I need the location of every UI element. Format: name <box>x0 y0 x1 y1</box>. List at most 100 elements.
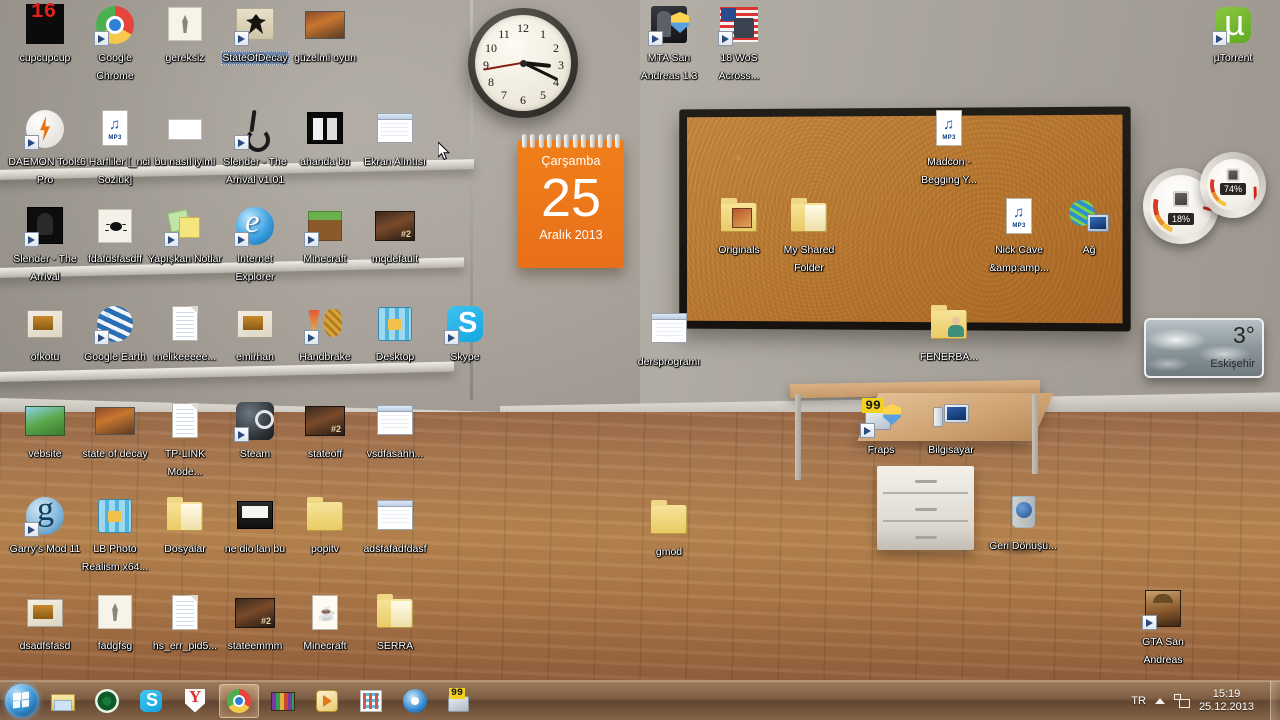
desktop-icon-daemon-tools-pro[interactable]: DAEMON Tools Pro <box>8 108 82 188</box>
desktop-icon-utorrent[interactable]: µTorrent <box>1196 2 1270 66</box>
desktop-icon-google-chrome[interactable]: Google Chrome <box>78 4 152 84</box>
desktop-icon-cupcupcup[interactable]: cupcupcup <box>8 1 82 66</box>
desktop-icon-label: Ağ <box>1082 244 1096 256</box>
bilgisayar-icon <box>930 396 972 438</box>
desktop-icon-dosyalar[interactable]: Dosyalar <box>148 495 222 557</box>
desktop-icon-ne-dio-lan-bu[interactable]: ne dio lan bu <box>218 495 292 557</box>
desktop-icon-label: Steam <box>239 448 271 460</box>
desktop-icon-serra[interactable]: SERRA <box>358 592 432 654</box>
taskbar-button-skype[interactable]: S <box>131 684 171 718</box>
desktop-icon-label: gereksiz <box>165 52 205 64</box>
wall-clock-gadget[interactable]: 12 1 2 3 4 5 6 7 8 9 10 11 <box>468 8 578 118</box>
desktop-icon-mta-san-andreas[interactable]: MTA San Andreas 1.3 <box>632 4 706 84</box>
desktop-icon-geri-donusum[interactable]: Geri Dönüşü... <box>986 492 1060 554</box>
desktop-icon-garrys-mod-11[interactable]: Garry's Mod 11 <box>8 491 82 557</box>
show-desktop-button[interactable] <box>1270 680 1280 720</box>
desktop-icon-ahanda-bu[interactable]: ahanda bu <box>288 108 362 170</box>
clock-number: 1 <box>540 27 546 41</box>
windows-logo-icon <box>13 691 31 710</box>
books-icon <box>270 688 296 714</box>
desktop-icon-lb-photo-realism[interactable]: LB Photo Realism x64... <box>78 495 152 575</box>
desktop-icon-popitv[interactable]: popitv <box>288 495 362 557</box>
desktop-icon-gmod[interactable]: gmod <box>632 498 706 560</box>
system-tray: TR 15:19 25.12.2013 <box>1131 688 1264 714</box>
desktop-icon-ekran-alintisi[interactable]: Ekran Alıntısı <box>358 108 432 170</box>
desktop-icon-fadgfsg[interactable]: fadgfsg <box>78 592 152 654</box>
weather-city: Eskişehir <box>1210 358 1255 370</box>
chrome-icon <box>226 688 252 714</box>
desktop-icon-minecraft-shortcut[interactable]: Minecraft <box>288 205 362 267</box>
desktop-icon-guzelmi-oyun[interactable]: güzelmi oyun <box>288 4 362 66</box>
desktop-icon-steam[interactable]: Steam <box>218 400 292 462</box>
desktop-icon-label: StateOfDecay <box>221 51 289 65</box>
desktop-icon-6-harfliler[interactable]: ♫ MP3 6 Harfliler [_nci Sozluk] <box>78 108 152 188</box>
desktop-icon-madcon-begging[interactable]: ♫ MP3 Madcon - Begging Y... <box>912 108 986 188</box>
desktop-icon-fdafdsfasdff[interactable]: fdafdsfasdff <box>78 205 152 267</box>
clock-area[interactable]: 15:19 25.12.2013 <box>1199 688 1254 714</box>
desktop-icon-label: cupcupcup <box>19 52 71 64</box>
desktop-icon-tp-link-mode[interactable]: TP-LINK Mode... <box>148 400 222 480</box>
desktop-icon-handbrake[interactable]: Handbrake <box>288 303 362 365</box>
taskbar-button-media-player-classic[interactable] <box>395 684 435 718</box>
language-indicator[interactable]: TR <box>1131 695 1146 707</box>
desktop-icon-ag-network[interactable]: Ağ <box>1052 196 1126 258</box>
desktop-icon-internet-explorer[interactable]: Internet Explorer <box>218 204 292 285</box>
taskbar-button-eset-nod32[interactable] <box>87 684 127 718</box>
desktop-icon-melikeeeee[interactable]: melikeeeee... <box>148 303 222 365</box>
desktop-icon-label: Minecraft <box>303 253 347 265</box>
desktop-icon-vsdfasahh[interactable]: vsdfasahh... <box>358 400 432 462</box>
skype-icon: S <box>138 688 164 714</box>
desktop-icon-slender-arrival-v101[interactable]: Slender - The Arrival v1.01 <box>218 108 292 188</box>
desktop-icon-my-shared-folder[interactable]: My Shared Folder <box>772 196 846 276</box>
desktop-icon-stateoff[interactable]: stateoff <box>288 400 362 462</box>
desktop-icon-google-earth[interactable]: Google Earth <box>78 303 152 365</box>
desktop-icon-bu-nasil-iyimi[interactable]: bu nasıl iyimi <box>148 108 222 170</box>
taskbar-button-google-chrome[interactable] <box>219 683 259 718</box>
desktop-icon-nick-cave[interactable]: ♫ MP3 Nick Cave &amp;amp... <box>982 196 1056 276</box>
desktop-icon-yapiskan-notlar[interactable]: Yapışkan Notlar <box>148 205 222 267</box>
desktop-icon-dersprogrami[interactable]: dersprogramı <box>632 308 706 370</box>
taskbar-button-windows-media-player[interactable] <box>307 684 347 718</box>
shortcut-arrow-icon <box>444 330 459 345</box>
desktop-icon-18-wos-across[interactable]: 18 WoS Across... <box>702 4 776 84</box>
desktop-icon-stateofdecay[interactable]: StateOfDecay <box>218 0 292 66</box>
taskbar-button-fraps[interactable]: 99 <box>439 684 479 718</box>
desktop-icon-minecraft-java[interactable]: Minecraft <box>288 592 362 654</box>
desktop-icon-vebsite[interactable]: vebsite <box>8 400 82 462</box>
desktop-icon-desktop-folder[interactable]: Desktop <box>358 303 432 365</box>
desktop-icon-fraps[interactable]: 99 Fraps <box>844 396 918 458</box>
desktop-icon-originals[interactable]: Originals <box>702 196 776 258</box>
desktop-icon-hs-err-pid5[interactable]: hs_err_pid5... <box>148 592 222 654</box>
desktop-icon-gereksiz[interactable]: gereksiz <box>148 4 222 66</box>
taskbar-button-yandex-browser[interactable]: Y <box>175 684 215 718</box>
desktop-icon-stateemmm[interactable]: stateemmm <box>218 592 292 654</box>
desktop-icon-gta-san-andreas[interactable]: GTA San Andreas <box>1126 588 1200 668</box>
show-hidden-icons-chevron-up-icon[interactable] <box>1154 697 1165 704</box>
desktop-icon-bilgisayar[interactable]: Bilgisayar <box>914 396 988 458</box>
memory-meter-gadget[interactable]: 74% <box>1200 152 1266 218</box>
start-button[interactable] <box>5 683 39 718</box>
desktop-icon-ofkotu[interactable]: ofkotu <box>8 303 82 365</box>
calendar-gadget[interactable]: Çarşamba 25 Aralık 2013 <box>518 134 624 268</box>
desktop-icon-label: state of decay <box>82 448 148 460</box>
weather-gadget[interactable]: 3° Eskişehir <box>1144 318 1264 378</box>
desktop-icon-fenerba[interactable]: FENERBA... <box>912 303 986 365</box>
taskbar-button-winrar[interactable] <box>263 684 303 718</box>
desktop-icon-slender-the-arrival[interactable]: Slender - The Arrival <box>8 205 82 285</box>
desktop-icon-dsadfsfasd[interactable]: dsadfsfasd <box>8 592 82 654</box>
bu-nasil-iyimi-icon <box>164 108 206 150</box>
desktop-icon-state-of-decay[interactable]: state of decay <box>78 400 152 462</box>
network-icon[interactable] <box>1173 693 1190 708</box>
nick-cave-icon: ♫ MP3 <box>998 196 1040 238</box>
fraps-icon: 99 <box>446 687 472 714</box>
desktop-icon-emirhan[interactable]: emirhan <box>218 303 292 365</box>
taskbar-button-windows-explorer[interactable] <box>43 684 83 718</box>
desktop-icon-mqdefault[interactable]: mqdefault <box>358 205 432 267</box>
desktop-icon-label: fadgfsg <box>97 640 133 652</box>
desktop-icon-label: DAEMON Tools Pro <box>8 156 82 186</box>
desktop-icon-skype[interactable]: Skype <box>428 303 502 365</box>
taskbar-button-app-grid[interactable] <box>351 684 391 718</box>
stateoff-icon <box>304 400 346 442</box>
desktop-icon-adsfafadfdasf[interactable]: adsfafadfdasf <box>358 495 432 557</box>
desktop-icon-label: Google Earth <box>84 351 146 363</box>
